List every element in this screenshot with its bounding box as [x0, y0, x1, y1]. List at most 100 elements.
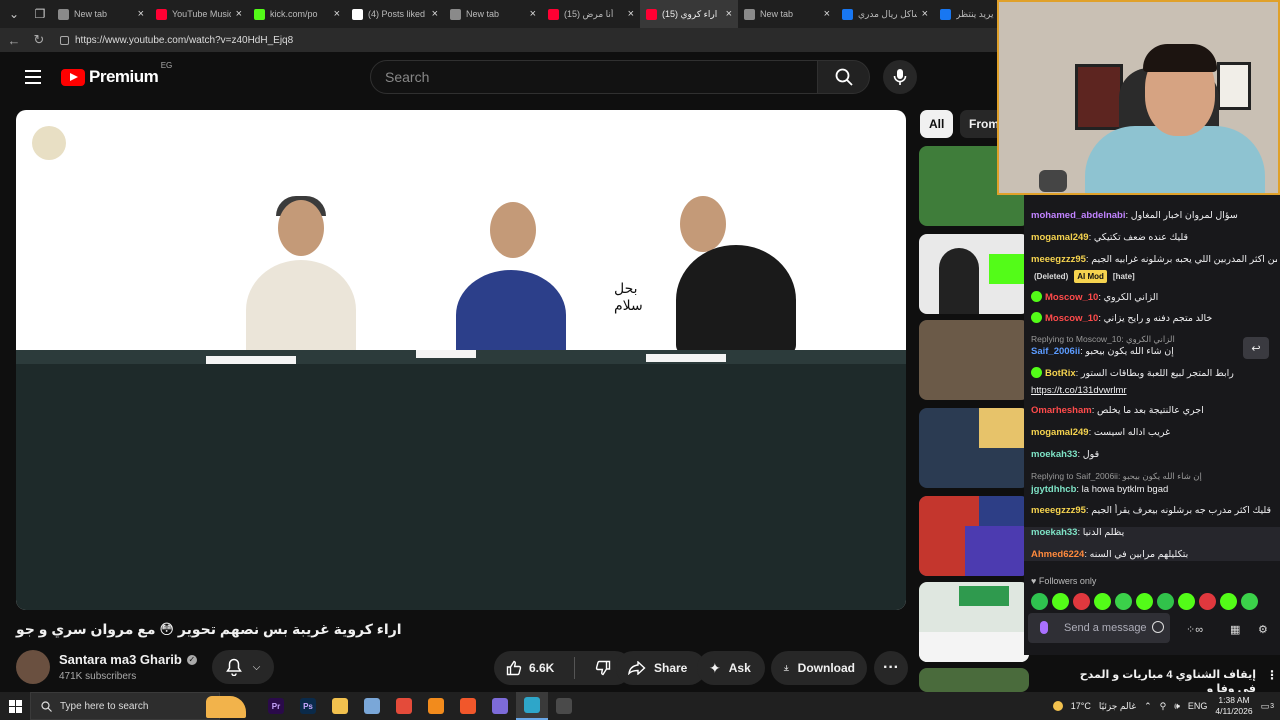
workspaces-icon[interactable]: ❐: [28, 2, 52, 26]
browser-tab[interactable]: (15) اراء كروي ×: [640, 0, 738, 28]
volume-icon[interactable]: 🕪: [1174, 701, 1180, 712]
notifications-icon[interactable]: ▭ 3: [1261, 701, 1274, 712]
chat-microphone-icon[interactable]: [1040, 621, 1048, 634]
emote-icon[interactable]: [1031, 593, 1048, 610]
browser-tab[interactable]: kick.com/po ×: [248, 0, 346, 28]
taskbar-app-edge[interactable]: [516, 692, 548, 720]
settings-gear-icon[interactable]: ⚙: [1258, 623, 1268, 636]
browser-tab[interactable]: New tab ×: [444, 0, 542, 28]
chat-message[interactable]: meeegzzz95: تحديث مقشطيح عليك من اكثر ال…: [1031, 253, 1277, 266]
youtube-logo[interactable]: Premium EG: [61, 61, 172, 87]
chat-username[interactable]: BotRix: [1045, 368, 1076, 379]
send-message-input[interactable]: Send a message: [1028, 613, 1170, 643]
emote-icon[interactable]: [1052, 593, 1069, 610]
taskbar-app-premiere[interactable]: Pr: [260, 692, 292, 720]
taskbar-app-explorer[interactable]: [324, 692, 356, 720]
recommendation-menu-icon[interactable]: ⋮: [1266, 668, 1278, 682]
close-tab-icon[interactable]: ×: [432, 8, 438, 20]
chat-username[interactable]: Moscow_10: [1045, 292, 1098, 303]
channel-avatar[interactable]: [16, 650, 50, 684]
video-player[interactable]: بحل سلام: [16, 110, 906, 610]
recommendation-thumbnail[interactable]: [919, 496, 1029, 576]
menu-icon[interactable]: [13, 57, 53, 97]
chat-username[interactable]: moekah33: [1031, 527, 1077, 538]
chat-username[interactable]: Moscow_10: [1045, 313, 1098, 324]
emoji-icon[interactable]: [1152, 621, 1164, 633]
recommendation-thumbnail[interactable]: [919, 320, 1029, 400]
channel-name[interactable]: Santara ma3 Gharib ✓: [59, 652, 197, 667]
chat-link[interactable]: https://t.co/131dvwrlmr: [1031, 384, 1277, 397]
close-tab-icon[interactable]: ×: [824, 8, 830, 20]
taskbar-app-photoshop[interactable]: Ps: [292, 692, 324, 720]
notification-bell-button[interactable]: ⌵: [212, 650, 274, 684]
recommendation-thumbnail[interactable]: [919, 408, 1029, 488]
chat-username[interactable]: meeegzzz95: [1031, 254, 1086, 265]
start-button[interactable]: [0, 692, 30, 720]
weather-temp[interactable]: 17°C: [1071, 701, 1091, 711]
close-tab-icon[interactable]: ×: [628, 8, 634, 20]
filter-chip-all[interactable]: All: [920, 110, 954, 138]
browser-tab[interactable]: (15) أنا مرض ×: [542, 0, 640, 28]
emote-icon[interactable]: [1094, 593, 1111, 610]
chat-username[interactable]: mogamal249: [1031, 232, 1089, 243]
emote-icon[interactable]: [1220, 593, 1237, 610]
emote-icon[interactable]: [1199, 593, 1216, 610]
chat-username[interactable]: mohamed_abdelnabi: [1031, 210, 1126, 221]
chat-username[interactable]: moekah33: [1031, 449, 1077, 460]
taskbar-app-vlc[interactable]: [420, 692, 452, 720]
chat-username[interactable]: Ahmed6224: [1031, 549, 1084, 560]
taskbar-search[interactable]: Type here to search: [30, 692, 220, 720]
browser-tab[interactable]: YouTube Music ×: [150, 0, 248, 28]
emote-icon[interactable]: [1178, 593, 1195, 610]
store-icon[interactable]: ▦: [1230, 623, 1240, 636]
chat-message[interactable]: mogamal249: غريب اداله اسيست: [1031, 426, 1277, 439]
recommendation-thumbnail[interactable]: [919, 582, 1029, 662]
voice-search-button[interactable]: [883, 60, 917, 94]
recommendation-thumbnail[interactable]: [919, 234, 1029, 314]
taskbar-app-obs[interactable]: [548, 692, 580, 720]
search-input[interactable]: Search: [370, 60, 818, 94]
download-button[interactable]: Download: [771, 651, 867, 685]
chat-message[interactable]: mogamal249: قليك عنده ضعف تكتيكي: [1031, 231, 1277, 244]
language-indicator[interactable]: ENG: [1188, 701, 1208, 711]
chat-message[interactable]: moekah33: قول: [1031, 448, 1277, 461]
chat-message[interactable]: Moscow_10: خالد متجم دفنه و رايح يزاني: [1031, 312, 1277, 325]
chat-message[interactable]: mohamed_abdelnabi: سؤال لمروان اخبار الم…: [1031, 209, 1277, 222]
chat-username[interactable]: meeegzzz95: [1031, 505, 1086, 516]
back-icon[interactable]: ←: [3, 29, 25, 51]
emote-icon[interactable]: [1136, 593, 1153, 610]
emote-icon[interactable]: [1073, 593, 1090, 610]
search-button[interactable]: [817, 60, 870, 94]
emote-icon[interactable]: [1157, 593, 1174, 610]
chat-message[interactable]: Omarhesham: اجري عالنتيجة بعد ما يخلص: [1031, 404, 1277, 417]
chat-username[interactable]: jgytdhhcb: [1031, 484, 1076, 495]
emote-icon[interactable]: [1241, 593, 1258, 610]
share-button[interactable]: Share: [616, 651, 706, 685]
more-actions-button[interactable]: ···: [874, 651, 908, 685]
clock[interactable]: 1:38 AM 4/11/2026: [1215, 695, 1252, 717]
chat-message[interactable]: meeegzzz95: قليك اكثر مدرب جه برشلونه بي…: [1031, 504, 1277, 517]
browser-tab[interactable]: New tab ×: [52, 0, 150, 28]
recommendation-thumbnail[interactable]: [919, 668, 1029, 692]
chat-message[interactable]: Moscow_10: الزاني الكروي: [1031, 291, 1277, 304]
taskbar-app-brave[interactable]: [452, 692, 484, 720]
taskbar-app-discord[interactable]: [484, 692, 516, 720]
close-tab-icon[interactable]: ×: [334, 8, 340, 20]
infinity-icon[interactable]: ⁘∞: [1186, 623, 1203, 636]
close-tab-icon[interactable]: ×: [138, 8, 144, 20]
like-button[interactable]: 6.6K: [494, 651, 566, 685]
browser-tab[interactable]: مشاكل ريال مدري ×: [836, 0, 934, 28]
chat-message[interactable]: jgytdhhcb: la howa bytklm bgad: [1031, 483, 1277, 496]
close-tab-icon[interactable]: ×: [922, 8, 928, 20]
tab-search-icon[interactable]: ⌄: [2, 2, 26, 26]
network-icon[interactable]: ⚲: [1160, 701, 1167, 712]
reload-icon[interactable]: ↻: [28, 29, 50, 51]
chat-message[interactable]: Ahmed6224: بتكليلهم مرابين في السنه: [1031, 548, 1277, 561]
chat-message[interactable]: moekah33: يظلم الدنيا: [1031, 526, 1277, 539]
browser-tab[interactable]: (4) Posts liked by ×: [346, 0, 444, 28]
chat-message[interactable]: Saif_2006ii: إن شاء الله يكون بيحبو: [1031, 345, 1277, 358]
close-tab-icon[interactable]: ×: [726, 8, 732, 20]
close-tab-icon[interactable]: ×: [236, 8, 242, 20]
taskbar-widget-art[interactable]: [206, 692, 260, 720]
chat-username[interactable]: mogamal249: [1031, 427, 1089, 438]
